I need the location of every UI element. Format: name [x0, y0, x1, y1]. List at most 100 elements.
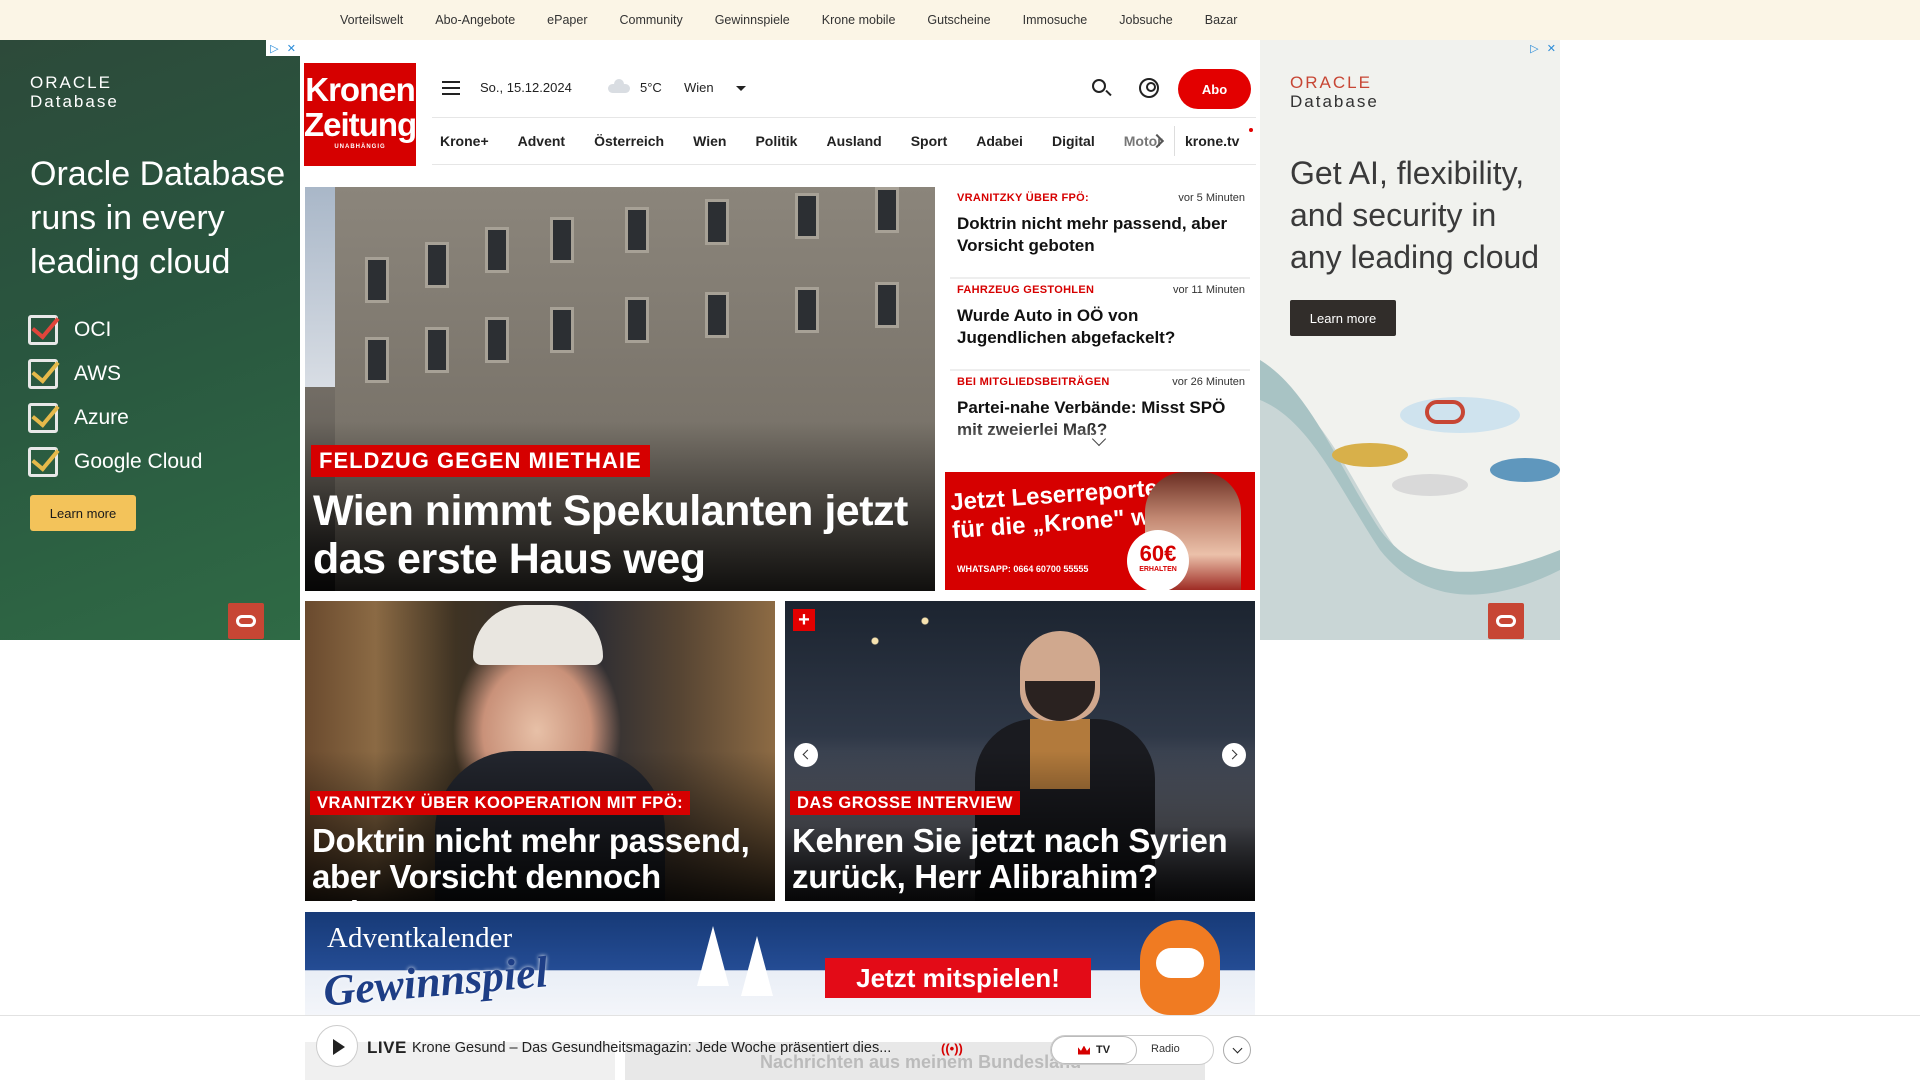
nav-item-oesterreich[interactable]: Österreich: [594, 133, 664, 149]
ticker-time: vor 5 Minuten: [1178, 192, 1245, 204]
ticker-title[interactable]: Doktrin nicht mehr passend, aber Vorsich…: [957, 213, 1247, 257]
nav-item-advent[interactable]: Advent: [518, 133, 565, 149]
tv-radio-toggle[interactable]: TV Radio: [1050, 1035, 1214, 1065]
nav-item-sport[interactable]: Sport: [911, 133, 948, 149]
cloud-weather-icon: [608, 79, 630, 93]
article-card[interactable]: + DAS GROSSE INTERVIEW Kehren Sie jetzt …: [785, 601, 1255, 901]
adventkalender-banner[interactable]: Adventkalender Gewinnspiel Jetzt mitspie…: [305, 912, 1255, 1017]
live-program-text[interactable]: Krone Gesund – Das Gesundheitsmagazin: J…: [412, 1040, 891, 1056]
building-window: [625, 297, 649, 343]
ad-cloud-item: Google Cloud: [28, 440, 202, 484]
building-window: [485, 227, 509, 273]
adchoices-icon[interactable]: ▷ ✕: [1526, 40, 1560, 56]
checkbox-icon: [28, 447, 58, 477]
nav-item-ausland[interactable]: Ausland: [826, 133, 881, 149]
building-window: [625, 207, 649, 253]
play-button[interactable]: [316, 1025, 358, 1067]
ad-brand-line1: ORACLE: [1290, 73, 1372, 92]
ad-learn-more-button[interactable]: Learn more: [30, 495, 136, 531]
adchoices-icon[interactable]: ▷ ✕: [266, 40, 300, 56]
card-title[interactable]: Doktrin nicht mehr passend, aber Vorsich…: [312, 823, 775, 902]
kronen-zeitung-logo[interactable]: Kronen Zeitung UNABHÄNGIG: [304, 63, 417, 166]
nav-item-krone-tv[interactable]: krone.tv: [1185, 133, 1239, 149]
leserreporter-banner[interactable]: Jetzt Leserreporter für die „Krone" werd…: [945, 472, 1255, 590]
ad-cloud-label: Google Cloud: [74, 450, 203, 473]
carousel-next-button[interactable]: [1222, 743, 1246, 767]
chevron-down-icon[interactable]: [736, 86, 746, 91]
ad-cloud-item: OCI: [28, 308, 202, 352]
carousel-prev-button[interactable]: [794, 743, 818, 767]
menu-icon[interactable]: [442, 81, 460, 95]
search-icon[interactable]: [1092, 79, 1106, 93]
ticker-item[interactable]: FAHRZEUG GESTOHLEN vor 11 Minuten Wurde …: [950, 279, 1250, 371]
top-link-abo-angebote[interactable]: Abo-Angebote: [435, 13, 515, 27]
ad-brand: ORACLE Database: [30, 73, 119, 111]
reporter-price-badge: 60€ ERHALTEN: [1127, 530, 1189, 590]
ad-left-oracle[interactable]: ▷ ✕ ORACLE Database Oracle Database runs …: [0, 40, 300, 640]
live-label: LIVE: [367, 1038, 407, 1057]
jetzt-mitspielen-button[interactable]: Jetzt mitspielen!: [825, 958, 1091, 998]
top-link-vorteilswelt[interactable]: Vorteilswelt: [340, 13, 403, 27]
broadcast-icon: ((•)): [941, 1041, 963, 1056]
price-value: 60€: [1139, 541, 1177, 566]
user-account-icon[interactable]: [1139, 78, 1159, 98]
advent-line1: Adventkalender: [327, 922, 513, 954]
building-window: [795, 287, 819, 333]
top-link-gutscheine[interactable]: Gutscheine: [927, 13, 990, 27]
top-link-jobsuche[interactable]: Jobsuche: [1119, 13, 1173, 27]
hero-title[interactable]: Wien nimmt Spekulanten jetzt das erste H…: [313, 487, 913, 583]
nav-item-adabei[interactable]: Adabei: [976, 133, 1023, 149]
ad-cloud-label: Azure: [74, 406, 129, 429]
news-ticker: VRANITZKY ÜBER FPÖ: vor 5 Minuten Doktri…: [950, 187, 1255, 467]
hero-article[interactable]: FELDZUG GEGEN MIETHAIE Wien nimmt Spekul…: [305, 187, 935, 591]
article-card[interactable]: VRANITZKY ÜBER KOOPERATION MIT FPÖ: Dokt…: [305, 601, 775, 901]
advent-line2: Gewinnspiel: [321, 947, 550, 1016]
nav-item-wien[interactable]: Wien: [693, 133, 726, 149]
oracle-logo-icon: [228, 603, 264, 639]
hero-kicker: FELDZUG GEGEN MIETHAIE: [311, 445, 650, 477]
main-nav: Krone+ Advent Österreich Wien Politik Au…: [432, 117, 1256, 165]
top-link-bazar[interactable]: Bazar: [1205, 13, 1238, 27]
ad-headline: Get AI, flexibility, and security in any…: [1290, 155, 1540, 275]
building-window: [550, 307, 574, 353]
tree-icon: [697, 926, 729, 986]
building-window: [365, 257, 389, 303]
ticker-fade: [950, 419, 1255, 467]
ad-learn-more-button[interactable]: Learn more: [1290, 300, 1396, 336]
toggle-tv[interactable]: TV: [1051, 1036, 1137, 1064]
building-window: [425, 327, 449, 373]
abo-button[interactable]: Abo: [1178, 69, 1251, 109]
card-kicker: VRANITZKY ÜBER KOOPERATION MIT FPÖ:: [310, 791, 691, 815]
building-window: [705, 292, 729, 338]
header-temperature: 5°C: [640, 80, 662, 95]
building-window: [875, 187, 899, 233]
building-window: [425, 242, 449, 288]
ticker-title[interactable]: Wurde Auto in OÖ von Jugendlichen abgefa…: [957, 305, 1247, 349]
top-link-immosuche[interactable]: Immosuche: [1023, 13, 1088, 27]
ad-cloud-list: OCI AWS Azure Google Cloud: [28, 308, 202, 484]
top-link-gewinnspiele[interactable]: Gewinnspiele: [715, 13, 790, 27]
nav-item-krone-plus[interactable]: Krone+: [440, 133, 489, 149]
fox-mascot-icon: [1140, 920, 1220, 1015]
expand-player-button[interactable]: [1223, 1036, 1251, 1064]
tree-icon: [741, 936, 773, 996]
live-player-bar: Nachrichten aus meinem Bundesland LIVE K…: [0, 1015, 1920, 1080]
ad-landscape-illustration: [1260, 360, 1560, 640]
nav-item-politik[interactable]: Politik: [755, 133, 797, 149]
oracle-logo-icon: [1488, 603, 1524, 639]
toggle-radio[interactable]: Radio: [1151, 1043, 1180, 1055]
ad-cloud-label: AWS: [74, 362, 122, 385]
top-utility-bar: Vorteilswelt Abo-Angebote ePaper Communi…: [0, 0, 1920, 40]
card-title[interactable]: Kehren Sie jetzt nach Syrien zurück, Her…: [792, 823, 1255, 895]
top-link-epaper[interactable]: ePaper: [547, 13, 587, 27]
ticker-kicker: VRANITZKY ÜBER FPÖ:: [957, 192, 1090, 204]
top-link-krone-mobile[interactable]: Krone mobile: [822, 13, 896, 27]
ticker-item[interactable]: VRANITZKY ÜBER FPÖ: vor 5 Minuten Doktri…: [950, 187, 1250, 279]
ad-right-oracle[interactable]: ▷ ✕ ORACLE Database Get AI, flexibility, …: [1260, 40, 1560, 640]
chevron-right-icon[interactable]: [1150, 132, 1166, 150]
top-link-community[interactable]: Community: [619, 13, 682, 27]
ticker-kicker: FAHRZEUG GESTOHLEN: [957, 284, 1095, 296]
city-selector[interactable]: Wien: [684, 80, 714, 95]
nav-item-digital[interactable]: Digital: [1052, 133, 1095, 149]
checkbox-icon: [28, 315, 58, 345]
